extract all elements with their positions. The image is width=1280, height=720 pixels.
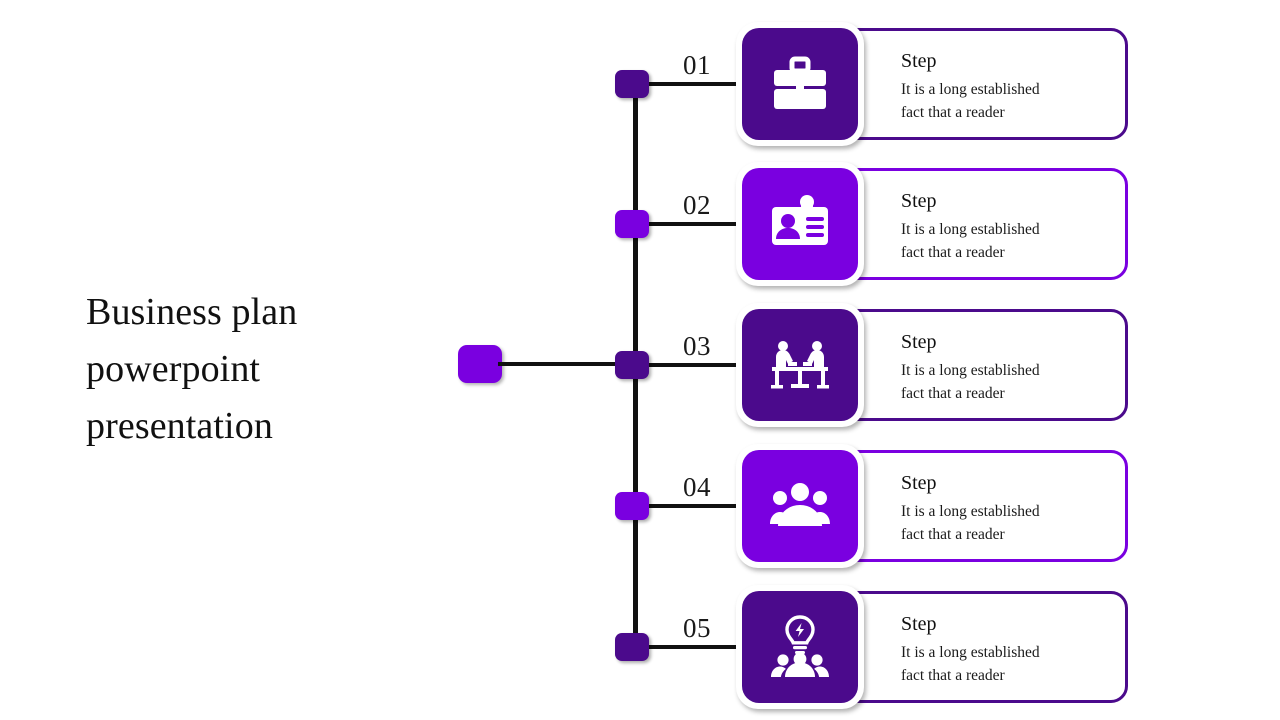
step-card-title: Step — [901, 331, 937, 353]
step-number-04: 04 — [683, 472, 711, 502]
step-number-02: 02 — [683, 190, 711, 220]
step-card-title: Step — [901, 472, 937, 494]
step-connector-line — [649, 645, 736, 649]
meeting-table-icon — [768, 333, 832, 397]
step-icon-tile-02[interactable] — [736, 162, 864, 286]
step-card-body: It is a long established fact that a rea… — [901, 503, 1040, 543]
step-card-title: Step — [901, 613, 937, 635]
step-number-05: 05 — [683, 613, 711, 643]
timeline-node-04[interactable] — [615, 492, 649, 520]
step-icon-tile-05[interactable] — [736, 585, 864, 709]
timeline-node-02[interactable] — [615, 210, 649, 238]
step-card-body: It is a long established fact that a rea… — [901, 81, 1040, 121]
timeline-step-row: 03 Step It is a long established fact th… — [0, 295, 1280, 435]
step-number-03: 03 — [683, 331, 711, 361]
id-card-icon — [768, 192, 832, 256]
step-icon-tile-01[interactable] — [736, 22, 864, 146]
team-idea-bulb-icon — [768, 615, 832, 679]
team-group-icon — [768, 474, 832, 538]
step-connector-line — [649, 222, 736, 226]
step-card-title: Step — [901, 50, 937, 72]
timeline-step-row: 02 Step It is a long established fact th… — [0, 154, 1280, 294]
timeline-node-03[interactable] — [615, 351, 649, 379]
step-connector-line — [649, 82, 736, 86]
step-icon-tile-04[interactable] — [736, 444, 864, 568]
step-connector-line — [649, 363, 736, 367]
slide-canvas: Business plan powerpoint presentation 01… — [0, 0, 1280, 720]
briefcase-icon — [768, 52, 832, 116]
step-icon-tile-03[interactable] — [736, 303, 864, 427]
timeline-step-row: 05 Step It is a long established fact th… — [0, 577, 1280, 717]
timeline-step-row: 01 Step It is a long established fact th… — [0, 14, 1280, 154]
step-number-01: 01 — [683, 50, 711, 80]
step-card-title: Step — [901, 190, 937, 212]
step-card-body: It is a long established fact that a rea… — [901, 221, 1040, 261]
step-connector-line — [649, 504, 736, 508]
step-card-body: It is a long established fact that a rea… — [901, 644, 1040, 684]
timeline-node-01[interactable] — [615, 70, 649, 98]
timeline-step-row: 04 Step It is a long established fact th… — [0, 436, 1280, 576]
step-card-body: It is a long established fact that a rea… — [901, 362, 1040, 402]
timeline-node-05[interactable] — [615, 633, 649, 661]
